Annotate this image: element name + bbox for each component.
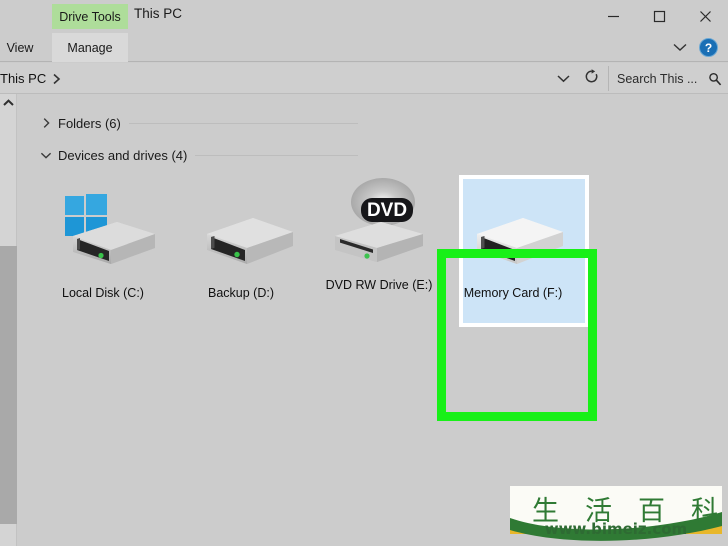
drive-tile-grid: Local Disk (C:) Backup (D:) DVD DVD RW D…	[38, 170, 698, 430]
group-header-rule	[195, 154, 358, 156]
refresh-icon	[584, 68, 599, 89]
drive-tile-local-disk-c[interactable]: Local Disk (C:)	[38, 182, 168, 303]
close-button[interactable]	[682, 0, 728, 33]
ribbon-tab-row: View Manage ?	[0, 33, 728, 62]
chevron-up-icon	[3, 94, 14, 112]
group-header-devices-label: Devices and drives (4)	[58, 147, 188, 163]
chevron-down-icon	[673, 39, 687, 57]
group-header-folders-label: Folders (6)	[58, 115, 121, 131]
search-input[interactable]: Search This ...	[617, 72, 708, 86]
close-icon	[699, 10, 712, 23]
group-header-rule	[128, 122, 358, 124]
group-header-folders[interactable]: Folders (6)	[38, 114, 358, 132]
window-controls	[590, 0, 728, 33]
watermark-url: www.bimeiz.com	[544, 520, 688, 538]
maximize-button[interactable]	[636, 0, 682, 33]
tab-view[interactable]: View	[0, 33, 44, 62]
tab-manage-label: Manage	[67, 40, 113, 55]
scroll-up-button[interactable]	[0, 94, 17, 112]
search-icon[interactable]	[708, 72, 722, 86]
history-dropdown-button[interactable]	[552, 67, 574, 91]
contextual-tab-group-label: Drive Tools	[59, 9, 121, 24]
ribbon-collapse-button[interactable]	[667, 36, 693, 60]
tab-manage[interactable]: Manage	[52, 33, 128, 62]
drive-tile-backup-d[interactable]: Backup (D:)	[176, 182, 306, 303]
group-header-devices-and-drives[interactable]: Devices and drives (4)	[38, 146, 358, 164]
address-bar-tools	[552, 66, 602, 91]
tab-view-label: View	[6, 40, 34, 55]
chevron-right-icon[interactable]	[38, 115, 54, 131]
ribbon-right-controls: ?	[667, 33, 724, 62]
window-title: This PC	[134, 6, 183, 21]
help-button[interactable]: ?	[699, 38, 718, 57]
watermark: 生 活 百 科 www.bimeiz.com	[504, 486, 728, 546]
file-explorer-window: Drive Tools This PC View Manage ? This P…	[0, 0, 728, 546]
breadcrumb[interactable]: This PC	[0, 66, 582, 91]
help-icon: ?	[704, 40, 713, 55]
dvd-drive-icon: DVD	[319, 174, 439, 270]
svg-text:DVD: DVD	[367, 200, 407, 221]
refresh-button[interactable]	[580, 67, 602, 91]
contextual-tab-group-drive-tools[interactable]: Drive Tools	[52, 4, 128, 29]
maximize-icon	[653, 10, 666, 23]
dvd-badge: DVD	[361, 198, 413, 222]
minimize-icon	[607, 10, 620, 23]
search-box[interactable]: Search This ...	[608, 66, 728, 91]
drive-label-memory-card-f: Memory Card (F:)	[463, 286, 563, 300]
chevron-down-icon[interactable]	[38, 147, 54, 163]
chevron-down-icon	[556, 70, 570, 88]
address-bar: This PC Search This ...	[0, 63, 728, 94]
hard-drive-icon	[43, 182, 163, 278]
content-area: Folders (6) Devices and drives (4) Local…	[0, 94, 728, 546]
chevron-right-icon[interactable]	[52, 73, 61, 85]
drive-tile-memory-card-f[interactable]: Memory Card (F:)	[448, 175, 589, 327]
drive-label-backup-d: Backup (D:)	[208, 286, 274, 300]
drive-tile-dvd-rw-e[interactable]: DVD DVD RW Drive (E:)	[314, 174, 444, 295]
hard-drive-icon	[453, 182, 573, 278]
drive-label-dvd-rw-e: DVD RW Drive (E:)	[325, 278, 433, 292]
drive-label-local-disk-c: Local Disk (C:)	[62, 286, 144, 300]
hard-drive-icon	[181, 182, 301, 278]
breadcrumb-item-this-pc[interactable]: This PC	[0, 71, 46, 86]
scrollbar-thumb[interactable]	[0, 246, 17, 524]
title-bar: Drive Tools This PC	[0, 0, 728, 33]
vertical-scrollbar[interactable]	[0, 94, 17, 546]
minimize-button[interactable]	[590, 0, 636, 33]
